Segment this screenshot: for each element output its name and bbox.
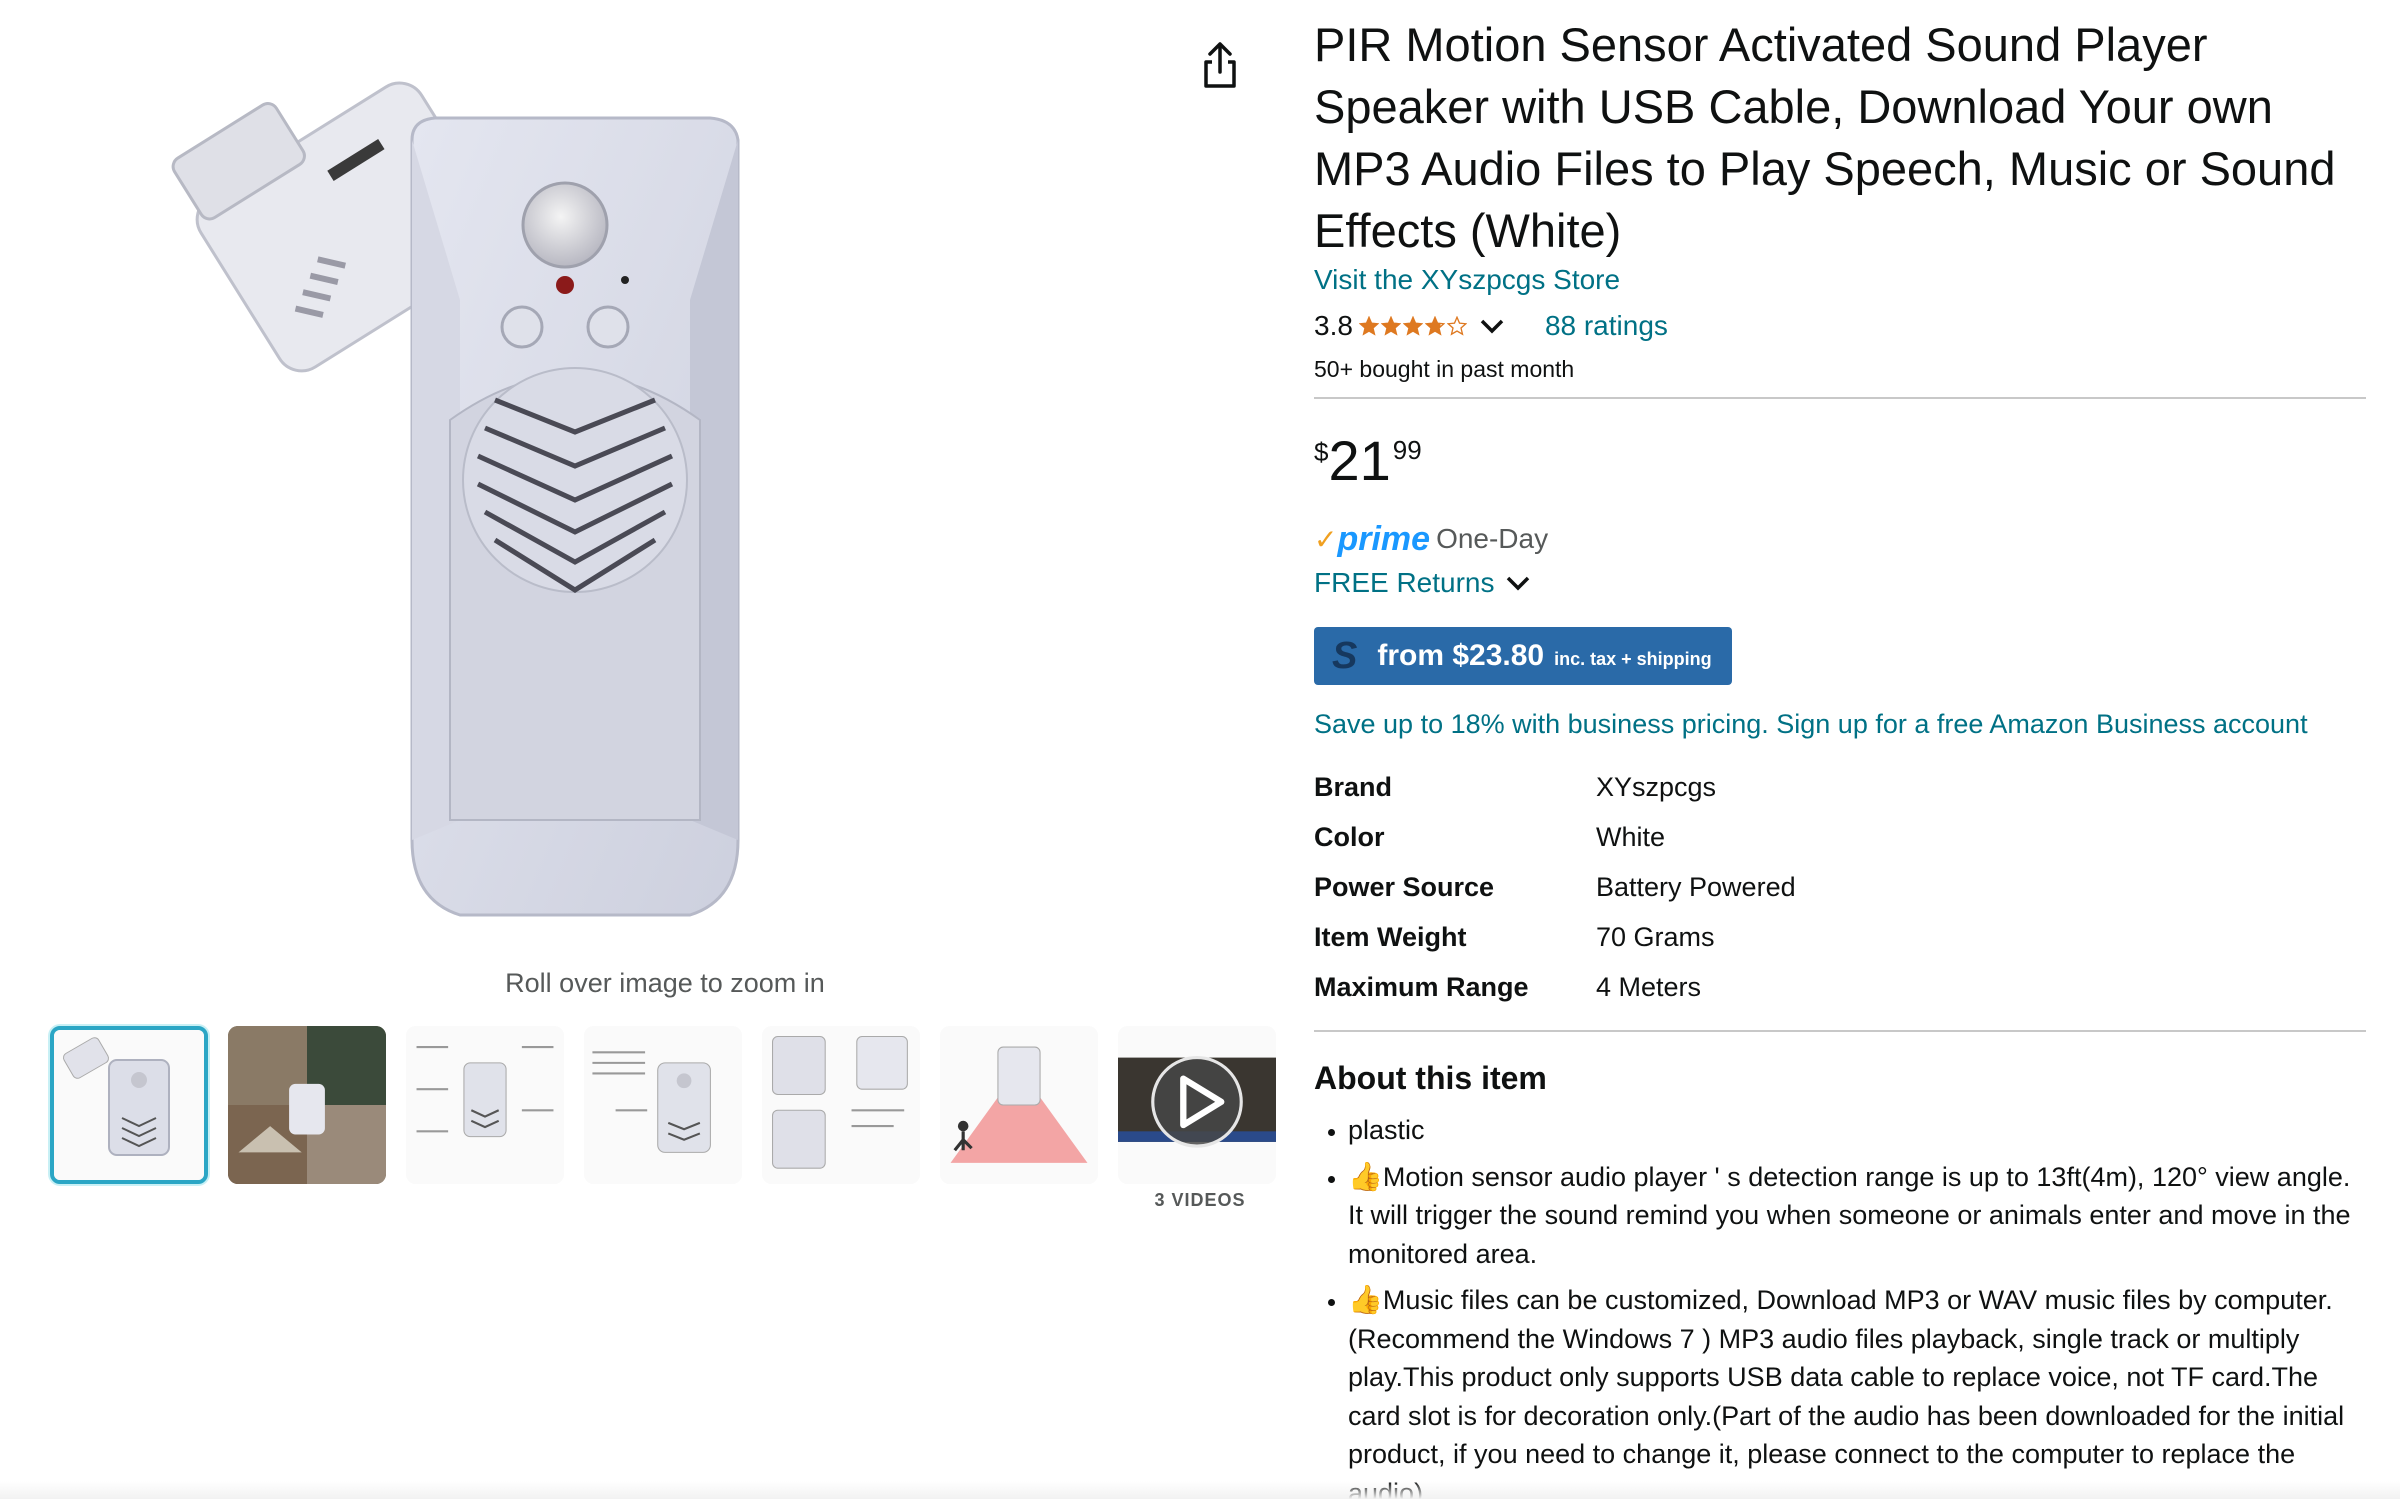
product-title: PIR Motion Sensor Activated Sound Player… bbox=[1314, 18, 2336, 257]
spec-row: Color White bbox=[1314, 812, 1796, 862]
list-item: 👍Music files can be customized, Download… bbox=[1348, 1281, 2366, 1499]
share-icon bbox=[1204, 42, 1236, 88]
product-details: PIR Motion Sensor Activated Sound Player… bbox=[1314, 0, 2366, 1499]
thumbnail-3[interactable] bbox=[406, 1026, 564, 1184]
divider bbox=[1314, 397, 2366, 399]
prime-delivery: One-Day bbox=[1436, 523, 1549, 554]
bullet-text: Music files can be customized, Download … bbox=[1348, 1285, 2345, 1499]
thumbnail-5[interactable] bbox=[762, 1026, 920, 1184]
ratings-count-link[interactable]: 88 ratings bbox=[1545, 310, 1668, 342]
spec-row: Power Source Battery Powered bbox=[1314, 862, 1796, 912]
bullet-text: Motion sensor audio player ' s detection… bbox=[1348, 1161, 2351, 1269]
list-item: plastic bbox=[1348, 1111, 2366, 1150]
star-icon bbox=[1446, 316, 1467, 336]
scroll-fade bbox=[0, 1481, 2400, 1499]
spec-value: 4 Meters bbox=[1596, 971, 1702, 1002]
divider bbox=[1314, 1030, 2366, 1032]
spec-table: Brand XYszpcgs Color White Power Source Bat… bbox=[1314, 762, 1796, 1012]
price-fraction: 99 bbox=[1392, 435, 1422, 465]
spec-key: Color bbox=[1314, 821, 1385, 852]
list-item: 👍Motion sensor audio player ' s detectio… bbox=[1348, 1158, 2366, 1274]
free-returns-link[interactable]: FREE Returns bbox=[1314, 567, 2366, 599]
image-gallery: Roll over image to zoom in 3 VIDEOS bbox=[0, 0, 1290, 1499]
spec-value: 70 Grams bbox=[1596, 921, 1715, 952]
thumbnail-4[interactable] bbox=[584, 1026, 742, 1184]
play-icon bbox=[1151, 1056, 1243, 1148]
spec-key: Brand bbox=[1314, 771, 1393, 802]
prime-check-icon: ✓ bbox=[1314, 523, 1338, 555]
zoom-hint: Roll over image to zoom in bbox=[505, 968, 825, 998]
price-symbol: $ bbox=[1314, 437, 1329, 467]
business-price: from $23.80 bbox=[1377, 639, 1545, 672]
spec-key: Power Source bbox=[1314, 871, 1495, 902]
price-whole: 21 bbox=[1328, 429, 1391, 492]
thumbnail-video[interactable] bbox=[1118, 1026, 1276, 1184]
about-bullets: plastic 👍Motion sensor audio player ' s … bbox=[1314, 1111, 2366, 1499]
rating-dropdown[interactable] bbox=[1479, 317, 1505, 335]
video-count-label: 3 VIDEOS bbox=[1154, 1190, 1246, 1210]
rating-value: 3.8 bbox=[1314, 310, 1353, 341]
star-rating[interactable] bbox=[1358, 316, 1469, 336]
prime-logo: prime bbox=[1337, 519, 1431, 558]
star-icon bbox=[1358, 316, 1379, 336]
spec-key: Item Weight bbox=[1314, 921, 1467, 952]
business-price-button[interactable]: S from $23.80 inc. tax + shipping bbox=[1314, 627, 1732, 685]
share-button[interactable] bbox=[1198, 40, 1242, 92]
thumbs-up-icon: 👍 bbox=[1348, 1160, 1383, 1192]
spec-row: Maximum Range 4 Meters bbox=[1314, 962, 1796, 1012]
spec-value: White bbox=[1596, 821, 1666, 852]
thumbnail-strip bbox=[50, 1026, 1276, 1184]
thumbnail-6[interactable] bbox=[940, 1026, 1098, 1184]
free-returns-label: FREE Returns bbox=[1314, 567, 1495, 598]
business-logo-icon: S bbox=[1332, 634, 1358, 677]
prime-badge: ✓ prime One-Day bbox=[1314, 519, 2366, 559]
business-signup-link[interactable]: Save up to 18% with business pricing. Si… bbox=[1314, 709, 2366, 740]
business-price-note: inc. tax + shipping bbox=[1554, 648, 1712, 669]
chevron-down-icon bbox=[1506, 576, 1529, 591]
spec-key: Maximum Range bbox=[1314, 971, 1529, 1002]
rating-row: 3.8 88 ratings bbox=[1314, 306, 2366, 346]
bullet-text: plastic bbox=[1348, 1115, 1425, 1145]
thumbnail-1[interactable] bbox=[50, 1026, 208, 1184]
spec-row: Item Weight 70 Grams bbox=[1314, 912, 1796, 962]
star-icon bbox=[1424, 316, 1445, 336]
thumbnail-2[interactable] bbox=[228, 1026, 386, 1184]
about-title: About this item bbox=[1314, 1060, 1547, 1096]
thumbs-up-icon: 👍 bbox=[1348, 1284, 1383, 1315]
chevron-down-icon bbox=[1480, 319, 1504, 334]
store-link[interactable]: Visit the XYszpcgs Store bbox=[1314, 264, 2366, 296]
star-icon bbox=[1380, 316, 1401, 336]
main-product-image[interactable] bbox=[150, 0, 1150, 960]
bought-count: 50+ bought in past month bbox=[1314, 356, 1575, 382]
spec-row: Brand XYszpcgs bbox=[1314, 762, 1796, 812]
spec-value: Battery Powered bbox=[1596, 871, 1796, 902]
star-icon bbox=[1402, 316, 1423, 336]
spec-value: XYszpcgs bbox=[1596, 771, 1717, 802]
price: $ 21 99 bbox=[1314, 429, 2366, 499]
